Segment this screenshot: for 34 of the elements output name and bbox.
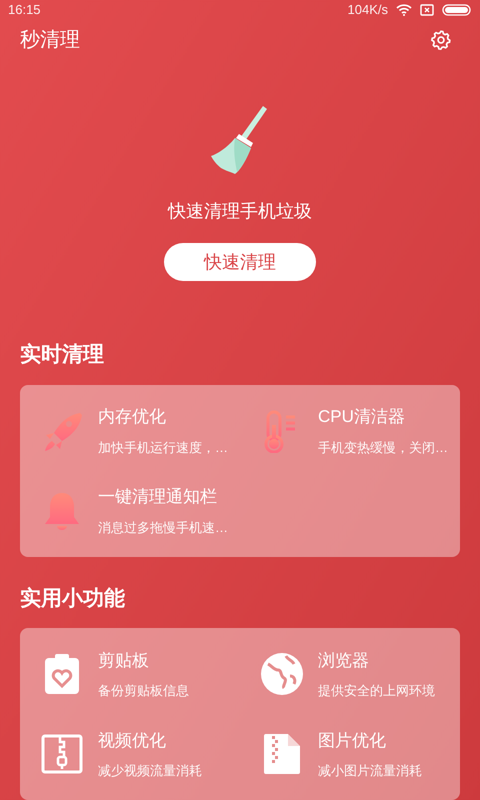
app-title: 秒清理 [20, 28, 80, 53]
feature-description: 减小图片流量消耗 [318, 762, 422, 780]
feature-item[interactable]: 视频优化 减少视频流量消耗 [20, 714, 240, 794]
globe-icon [260, 652, 304, 696]
section-title: 实用小功能 [20, 586, 126, 612]
feature-description: 手机变热缓慢，关闭… [318, 438, 448, 456]
feature-item[interactable]: CPU清洁器 手机变热缓慢，关闭… [240, 390, 460, 470]
feature-item[interactable]: 图片优化 减小图片流量消耗 [240, 714, 460, 794]
settings-icon[interactable] [430, 28, 452, 51]
battery-icon [442, 4, 472, 16]
wifi-icon [396, 4, 412, 16]
feature-description: 消息过多拖慢手机速… [98, 518, 228, 536]
feature-title: 剪贴板 [98, 650, 150, 672]
feature-description: 加快手机运行速度，… [98, 438, 228, 456]
feature-title: 内存优化 [98, 406, 167, 428]
feature-title: 浏览器 [318, 650, 370, 672]
feature-title: 图片优化 [318, 730, 387, 752]
feature-item[interactable]: 一键清理通知栏 消息过多拖慢手机速… [20, 470, 240, 550]
feature-title: 一键清理通知栏 [98, 486, 218, 508]
status-time: 16:15 [8, 1, 41, 19]
sim-icon [420, 4, 434, 16]
zipper-box-icon [40, 732, 84, 776]
feature-item[interactable]: 浏览器 提供安全的上网环境 [240, 634, 460, 714]
feature-title: 视频优化 [98, 730, 167, 752]
network-speed: 104K/s [348, 1, 388, 19]
hero-caption: 快速清理手机垃圾 [168, 200, 312, 223]
feature-description: 备份剪贴板信息 [98, 682, 189, 700]
feature-item[interactable]: 剪贴板 备份剪贴板信息 [20, 634, 240, 714]
feature-description: 提供安全的上网环境 [318, 682, 435, 700]
feature-description: 减少视频流量消耗 [98, 762, 202, 780]
section-title: 实时清理 [20, 342, 105, 368]
feature-item[interactable]: 内存优化 加快手机运行速度，… [20, 390, 240, 470]
quick-clean-button[interactable]: 快速清理 [164, 243, 316, 281]
feature-title: CPU清洁器 [318, 406, 406, 428]
